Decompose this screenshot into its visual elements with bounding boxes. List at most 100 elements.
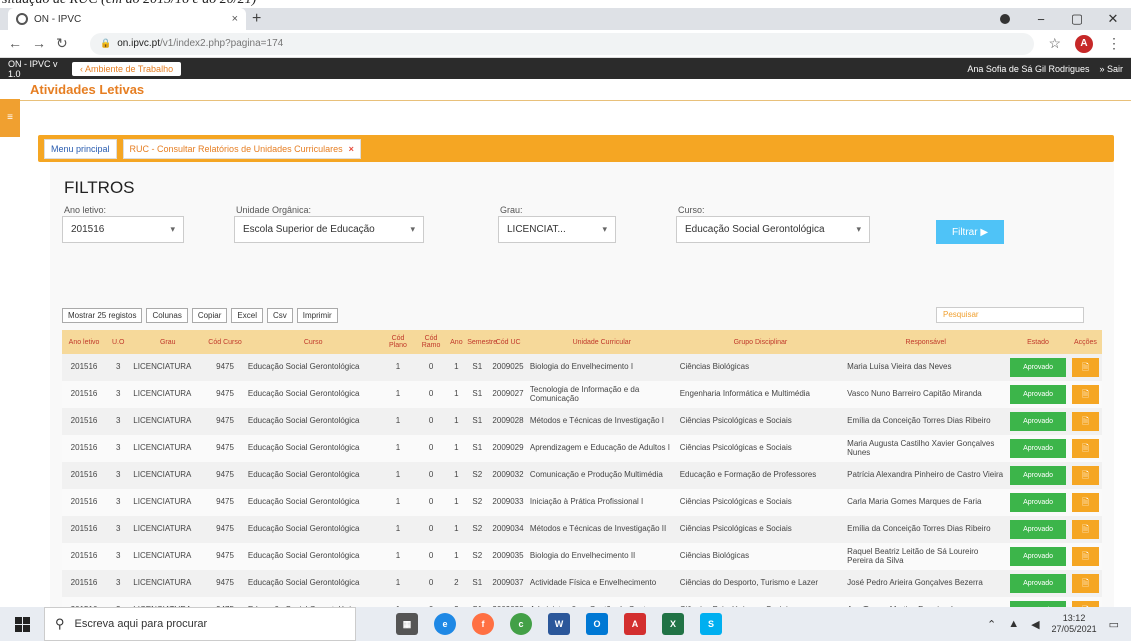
col-header[interactable]: Ano letivo	[62, 330, 107, 354]
cell-semestre: S1	[465, 435, 490, 462]
document-icon[interactable]: 🗎	[1071, 465, 1099, 486]
close-tab-icon[interactable]: ×	[349, 144, 354, 154]
profile-avatar[interactable]: A	[1075, 34, 1093, 53]
chrome-icon[interactable]: c	[510, 613, 532, 635]
excel-icon[interactable]: X	[662, 613, 684, 635]
task-view-icon[interactable]: ▦	[396, 613, 418, 635]
col-header[interactable]: Acções	[1068, 330, 1102, 354]
status-badge[interactable]: Aprovado	[1010, 573, 1066, 594]
extension-icon[interactable]	[987, 12, 1023, 27]
document-icon[interactable]: 🗎	[1071, 438, 1099, 459]
minimize-button[interactable]: −	[1023, 12, 1059, 27]
unidade-value: Escola Superior de Educação	[243, 224, 375, 235]
cell-grupo-disciplinar: Ciências Biológicas	[676, 354, 845, 381]
skype-icon[interactable]: S	[700, 613, 722, 635]
maximize-button[interactable]: ▢	[1059, 11, 1095, 27]
col-header[interactable]: Grupo Disciplinar	[676, 330, 845, 354]
sidebar-toggle[interactable]: ≡	[0, 99, 20, 137]
document-icon[interactable]: 🗎	[1071, 384, 1099, 405]
table-row: 2015163LICENCIATURA9475Educação Social G…	[62, 381, 1102, 408]
breadcrumb-current[interactable]: RUC - Consultar Relatórios de Unidades C…	[122, 138, 361, 159]
reload-icon[interactable]: ↻	[56, 35, 68, 52]
document-icon[interactable]: 🗎	[1071, 573, 1099, 594]
excel-button[interactable]: Excel	[231, 308, 263, 323]
status-badge[interactable]: Aprovado	[1010, 492, 1066, 513]
csv-button[interactable]: Csv	[266, 308, 293, 323]
copy-button[interactable]: Copiar	[191, 308, 228, 323]
status-badge[interactable]: Aprovado	[1010, 384, 1066, 405]
col-header[interactable]: Semestre	[465, 330, 497, 354]
print-button[interactable]: Imprimir	[296, 308, 338, 323]
lock-icon: 🔒	[100, 38, 112, 48]
breadcrumb-home[interactable]: Menu principal	[44, 138, 117, 159]
col-header[interactable]: Estado	[1007, 330, 1069, 354]
col-header[interactable]: Ano	[447, 330, 466, 354]
workspace-button[interactable]: ‹ Ambiente de Trabalho	[72, 61, 182, 76]
status-badge[interactable]: Aprovado	[1010, 519, 1066, 540]
start-button[interactable]	[0, 616, 44, 632]
table-search-input[interactable]: Pesquisar	[936, 307, 1084, 323]
cell-ano: 1	[447, 354, 466, 381]
columns-button[interactable]: Colunas	[146, 308, 188, 323]
menu-kebab-icon[interactable]: ⋮	[1107, 35, 1121, 52]
clock[interactable]: 13:12 27/05/2021	[1052, 613, 1097, 635]
cell-cod-ramo: 0	[414, 462, 448, 489]
status-badge[interactable]: Aprovado	[1010, 465, 1066, 486]
document-icon[interactable]: 🗎	[1071, 357, 1099, 378]
col-header[interactable]: Curso	[244, 330, 382, 354]
document-icon[interactable]: 🗎	[1071, 519, 1099, 540]
network-icon[interactable]: ▲	[1008, 618, 1019, 630]
grau-select[interactable]: LICENCIAT... ▾	[498, 216, 616, 243]
document-icon[interactable]: 🗎	[1071, 546, 1099, 567]
curso-select[interactable]: Educação Social Gerontológica ▾	[676, 216, 870, 243]
cell-cod-curso: 9475	[205, 408, 245, 435]
logout-link[interactable]: » Sair	[1099, 64, 1131, 74]
browser-tab[interactable]: ON - IPVC ×	[8, 8, 246, 30]
table-row: 2015163LICENCIATURA9475Educação Social G…	[62, 354, 1102, 381]
user-name[interactable]: Ana Sofia de Sá Gil Rodrigues	[967, 64, 1099, 74]
col-header[interactable]: Cód Ramo	[414, 330, 448, 354]
url-field[interactable]: 🔒 on.ipvc.pt /v1/index2.php?pagina=174	[90, 32, 1035, 55]
cell-uo: 3	[106, 408, 131, 435]
unidade-select[interactable]: Escola Superior de Educação ▾	[234, 216, 424, 243]
status-badge[interactable]: Aprovado	[1010, 438, 1066, 459]
status-badge[interactable]: Aprovado	[1010, 411, 1066, 432]
bookmark-star-icon[interactable]: ☆	[1048, 35, 1061, 52]
acrobat-icon[interactable]: A	[624, 613, 646, 635]
col-header[interactable]: U.O	[106, 330, 131, 354]
actions-cell: 🗎	[1068, 435, 1102, 462]
notifications-icon[interactable]: ▭	[1109, 618, 1119, 631]
col-header[interactable]: Unidade Curricular	[526, 330, 677, 354]
cell-grupo-disciplinar: Ciências Psicológicas e Sociais	[676, 408, 845, 435]
document-icon[interactable]: 🗎	[1071, 492, 1099, 513]
ano-select[interactable]: 201516 ▾	[62, 216, 184, 243]
cell-ano-letivo: 201516	[62, 462, 107, 489]
tab-close-icon[interactable]: ×	[232, 13, 238, 25]
status-badge[interactable]: Aprovado	[1010, 546, 1066, 567]
volume-icon[interactable]: ◀	[1031, 618, 1039, 631]
cell-semestre: S1	[465, 381, 490, 408]
firefox-icon[interactable]: f	[472, 613, 494, 635]
filter-button[interactable]: Filtrar ▶	[936, 220, 1004, 244]
col-header[interactable]: Cód Plano	[381, 330, 415, 354]
col-header[interactable]: Responsável	[844, 330, 1008, 354]
breadcrumb: Menu principal RUC - Consultar Relatório…	[38, 135, 1114, 162]
taskbar-search[interactable]: ⚲ Escreva aqui para procurar	[44, 607, 356, 641]
chevron-up-icon[interactable]: ⌃	[987, 618, 996, 631]
clock-time: 13:12	[1062, 613, 1086, 623]
col-header[interactable]: Cód Curso	[205, 330, 245, 354]
back-icon[interactable]: ←	[8, 35, 22, 52]
word-icon[interactable]: W	[548, 613, 570, 635]
forward-icon[interactable]: →	[32, 35, 46, 52]
cell-cod-uc: 2009025	[489, 354, 527, 381]
col-header[interactable]: Grau	[130, 330, 206, 354]
edge-icon[interactable]: e	[434, 613, 456, 635]
show-entries-button[interactable]: Mostrar 25 registos	[62, 308, 143, 323]
status-badge[interactable]: Aprovado	[1010, 357, 1066, 378]
new-tab-button[interactable]: +	[252, 10, 261, 28]
outlook-icon[interactable]: O	[586, 613, 608, 635]
document-icon[interactable]: 🗎	[1071, 411, 1099, 432]
col-header[interactable]: Cód UC	[489, 330, 527, 354]
cell-curso: Educação Social Gerontológica	[244, 543, 382, 570]
close-window-button[interactable]: ✕	[1095, 11, 1131, 27]
